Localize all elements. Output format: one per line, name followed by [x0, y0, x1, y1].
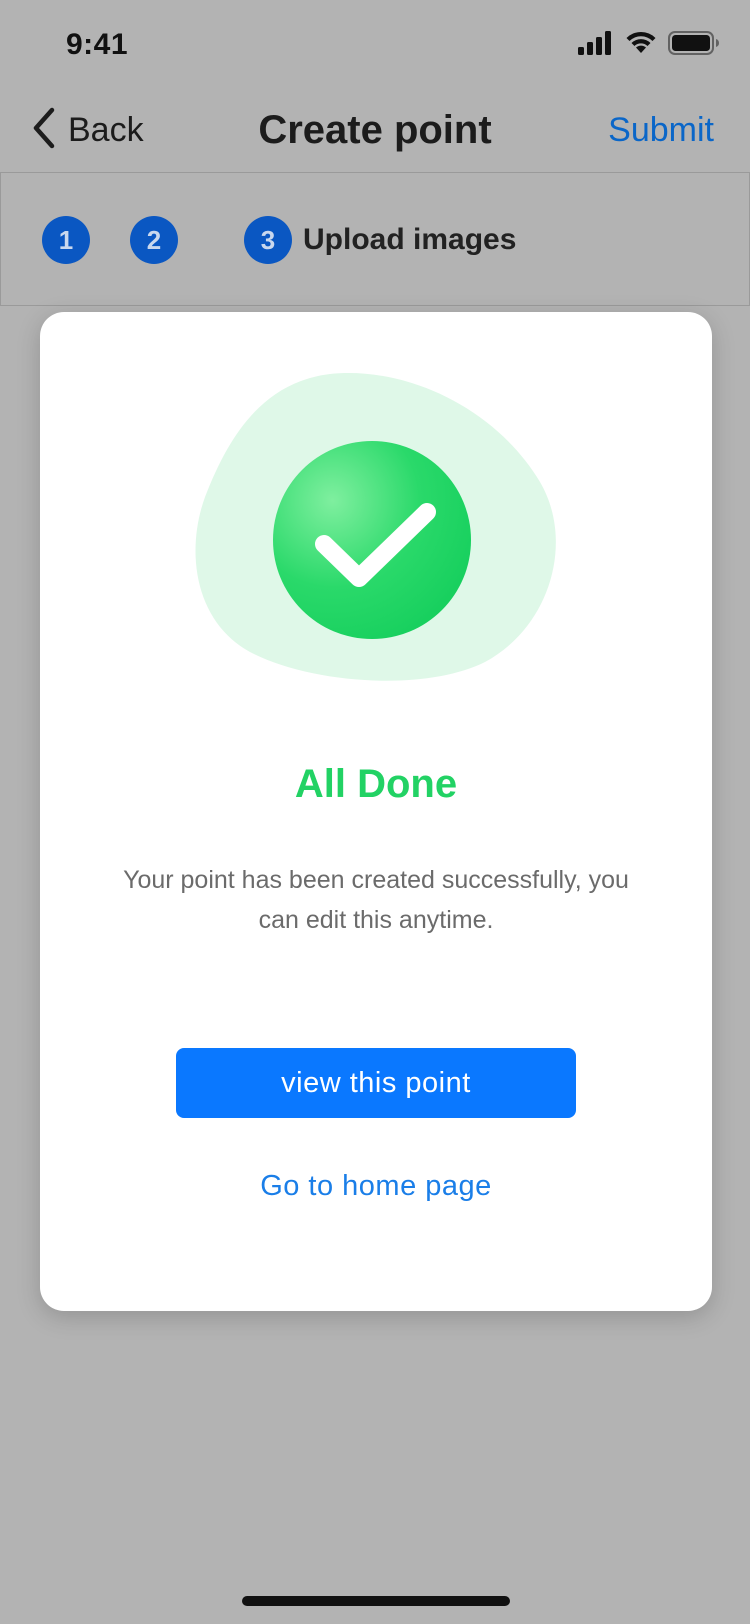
battery-icon [668, 30, 720, 56]
home-indicator[interactable] [242, 1596, 510, 1606]
navigation-bar: Back Create point Submit [0, 88, 750, 172]
step-3[interactable]: 3 [244, 216, 292, 264]
status-time: 9:41 [66, 28, 129, 61]
submit-button[interactable]: Submit [608, 104, 714, 156]
success-circle [273, 441, 471, 639]
step-2[interactable]: 2 [130, 216, 178, 264]
go-home-link[interactable]: Go to home page [40, 1170, 712, 1203]
status-icons [578, 30, 720, 56]
stepper: 1 2 3 Upload images [0, 172, 750, 306]
step-1[interactable]: 1 [42, 216, 90, 264]
cellular-signal-icon [578, 31, 614, 55]
view-point-button[interactable]: view this point [176, 1048, 576, 1118]
success-modal: All Done Your point has been created suc… [40, 312, 712, 1311]
checkmark-success-icon [190, 372, 570, 702]
wifi-icon [624, 31, 658, 55]
modal-title: All Done [294, 762, 458, 806]
modal-message: Your point has been created successfully… [123, 866, 629, 934]
status-bar: 9:41 [0, 0, 750, 88]
step-3-label: Upload images [303, 223, 517, 256]
